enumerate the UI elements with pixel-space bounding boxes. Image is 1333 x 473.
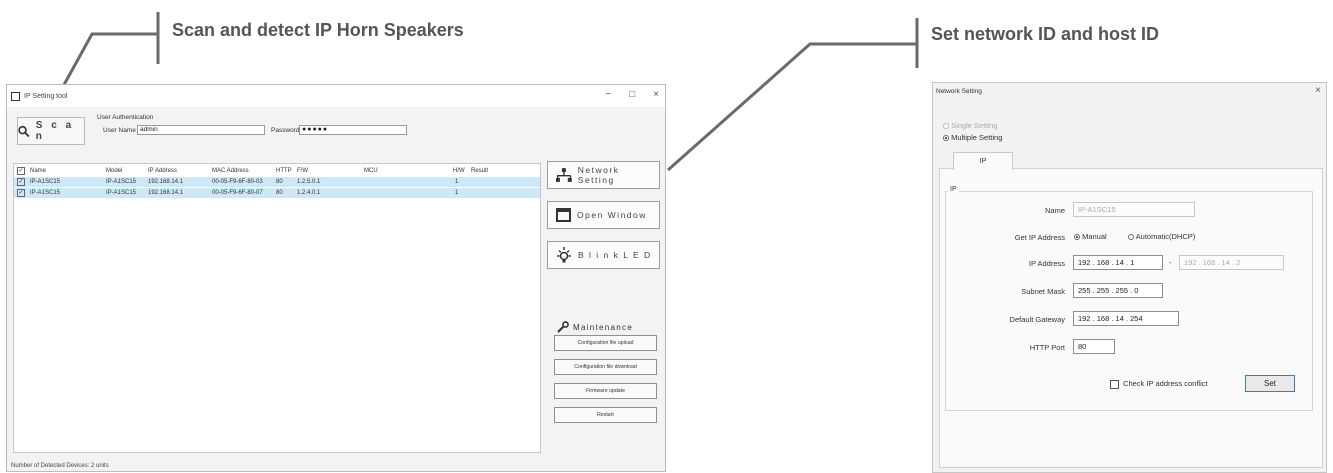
cell-http: 80 (276, 179, 283, 185)
subnet-mask-label: Subnet Mask (1021, 287, 1065, 296)
maintenance-label: Maintenance (573, 322, 634, 332)
cell-mac: 00-05-F9-6F-80-07 (212, 190, 263, 196)
password-label: Password (271, 127, 300, 134)
automatic-radio[interactable]: Automatic(DHCP) (1128, 232, 1195, 241)
search-icon (18, 125, 30, 137)
cell-hw: 1 (455, 190, 459, 196)
name-label: Name (1044, 206, 1065, 215)
check-ip-conflict-checkbox[interactable]: Check IP address conflict (1110, 379, 1208, 389)
dialog-close-button[interactable]: × (1315, 85, 1321, 96)
network-icon (556, 168, 572, 182)
wrench-icon (557, 321, 569, 333)
set-button[interactable]: Set (1245, 375, 1295, 392)
cell-mac: 00-05-F9-6F-80-03 (212, 179, 263, 185)
window-icon (556, 208, 571, 222)
col-result[interactable]: Result (471, 166, 488, 176)
open-window-button[interactable]: Open Window (547, 201, 660, 229)
dialog-title: Network Setting (936, 88, 982, 95)
minimize-button[interactable]: − (605, 89, 611, 100)
radio-icon (1128, 234, 1134, 241)
http-port-field[interactable]: 80 (1073, 339, 1115, 354)
title-bar: IP Setting tool (7, 85, 665, 107)
user-name-label: User Name (103, 127, 136, 134)
led-icon (557, 247, 571, 263)
row-checkbox[interactable]: ✓ (17, 189, 25, 197)
config-download-button[interactable]: Configuration file download (554, 359, 657, 375)
ip-address-label: IP Address (1028, 259, 1065, 268)
callout-network: Set network ID and host ID (931, 24, 1160, 44)
select-all-checkbox[interactable]: ✓ (17, 167, 25, 175)
single-setting-radio[interactable]: Single Setting (943, 121, 997, 130)
cell-http: 80 (276, 190, 283, 196)
ip-address-to-field[interactable]: 192 . 168 . 14 . 2 (1179, 255, 1284, 270)
cell-name: IP-A1SC15 (30, 179, 61, 185)
table-row[interactable]: ✓ IP-A1SC15 IP-A1SC15 192.168.14.1 00-05… (14, 188, 540, 198)
firmware-update-button[interactable]: Firmware update (554, 383, 657, 399)
col-mcu[interactable]: MCU (364, 166, 378, 176)
cell-fw: 1.2.5.0.1 (297, 179, 321, 185)
app-icon (11, 91, 20, 101)
checkbox-icon (1110, 379, 1119, 389)
cell-ip: 192.168.14.1 (148, 179, 184, 185)
default-gateway-field[interactable]: 192 . 168 . 14 . 254 (1073, 311, 1179, 326)
network-setting-label: Network Setting (577, 165, 620, 185)
network-setting-button[interactable]: Network Setting (547, 161, 660, 189)
radio-icon (943, 123, 949, 130)
table-header: ✓ Name Model IP Address MAC Address HTTP… (14, 166, 540, 176)
cell-name: IP-A1SC15 (30, 190, 61, 196)
user-name-input[interactable]: admin (137, 125, 265, 135)
multiple-setting-label: Multiple Setting (951, 133, 1003, 142)
manual-radio[interactable]: Manual (1074, 232, 1107, 241)
open-window-label: Open Window (577, 210, 647, 220)
window-title: IP Setting tool (24, 92, 68, 100)
cell-model: IP-A1SC15 (106, 179, 137, 185)
ip-setting-tool-window: IP Setting tool − □ × S c a n User Authe… (6, 84, 666, 472)
row-checkbox[interactable]: ✓ (17, 178, 25, 186)
network-setting-dialog: Network Setting × Single Setting Multipl… (932, 82, 1327, 473)
cell-ip: 192.168.14.1 (148, 190, 184, 196)
scan-label: S c a n (35, 120, 75, 142)
name-field[interactable]: IP-A1SC15 (1073, 202, 1195, 217)
cell-fw: 1.2.4.0.1 (297, 190, 321, 196)
col-fw[interactable]: F/W (297, 166, 308, 176)
maximize-button[interactable]: □ (629, 89, 635, 100)
maintenance-title: Maintenance (557, 321, 633, 333)
ip-address-from-field[interactable]: 192 . 168 . 14 . 1 (1073, 255, 1163, 270)
subnet-mask-field[interactable]: 255 . 255 . 255 . 0 (1073, 283, 1163, 298)
restart-button[interactable]: Restart (554, 407, 657, 423)
cell-model: IP-A1SC15 (106, 190, 137, 196)
automatic-label: Automatic(DHCP) (1135, 232, 1196, 241)
table-row[interactable]: ✓ IP-A1SC15 IP-A1SC15 192.168.14.1 00-05… (14, 177, 540, 187)
radio-icon (943, 135, 949, 142)
col-hw[interactable]: H/W (453, 166, 465, 176)
callout-scan: Scan and detect IP Horn Speakers (172, 20, 464, 40)
password-input[interactable]: ●●●●● (299, 125, 407, 135)
default-gateway-label: Default Gateway (1009, 315, 1065, 324)
manual-label: Manual (1082, 232, 1107, 241)
single-setting-label: Single Setting (951, 121, 998, 130)
col-mac[interactable]: MAC Address (212, 166, 249, 176)
col-model[interactable]: Model (106, 166, 122, 176)
radio-icon (1074, 234, 1080, 241)
cell-hw: 1 (455, 179, 459, 185)
col-http[interactable]: HTTP (276, 166, 292, 176)
ip-group-label: IP (948, 186, 959, 193)
config-upload-button[interactable]: Configuration file upload (554, 335, 657, 351)
auth-title: User Authentication (97, 114, 154, 121)
ip-range-separator: - (1169, 258, 1172, 267)
http-port-label: HTTP Port (1029, 343, 1065, 352)
status-bar: Number of Detected Devices: 2 units (11, 463, 109, 469)
blink-led-button[interactable]: B l i n k L E D (547, 241, 660, 269)
tab-ip[interactable]: IP (953, 152, 1013, 170)
col-ip[interactable]: IP Address (148, 166, 177, 176)
device-table: ✓ Name Model IP Address MAC Address HTTP… (13, 163, 541, 453)
get-ip-label: Get IP Address (1014, 233, 1065, 242)
blink-led-label: B l i n k L E D (578, 250, 652, 260)
close-button[interactable]: × (653, 89, 659, 100)
window-controls: − □ × (605, 89, 659, 100)
check-ip-conflict-label: Check IP address conflict (1123, 379, 1208, 388)
scan-button[interactable]: S c a n (17, 117, 85, 145)
col-name[interactable]: Name (30, 166, 46, 176)
multiple-setting-radio[interactable]: Multiple Setting (943, 133, 1002, 142)
